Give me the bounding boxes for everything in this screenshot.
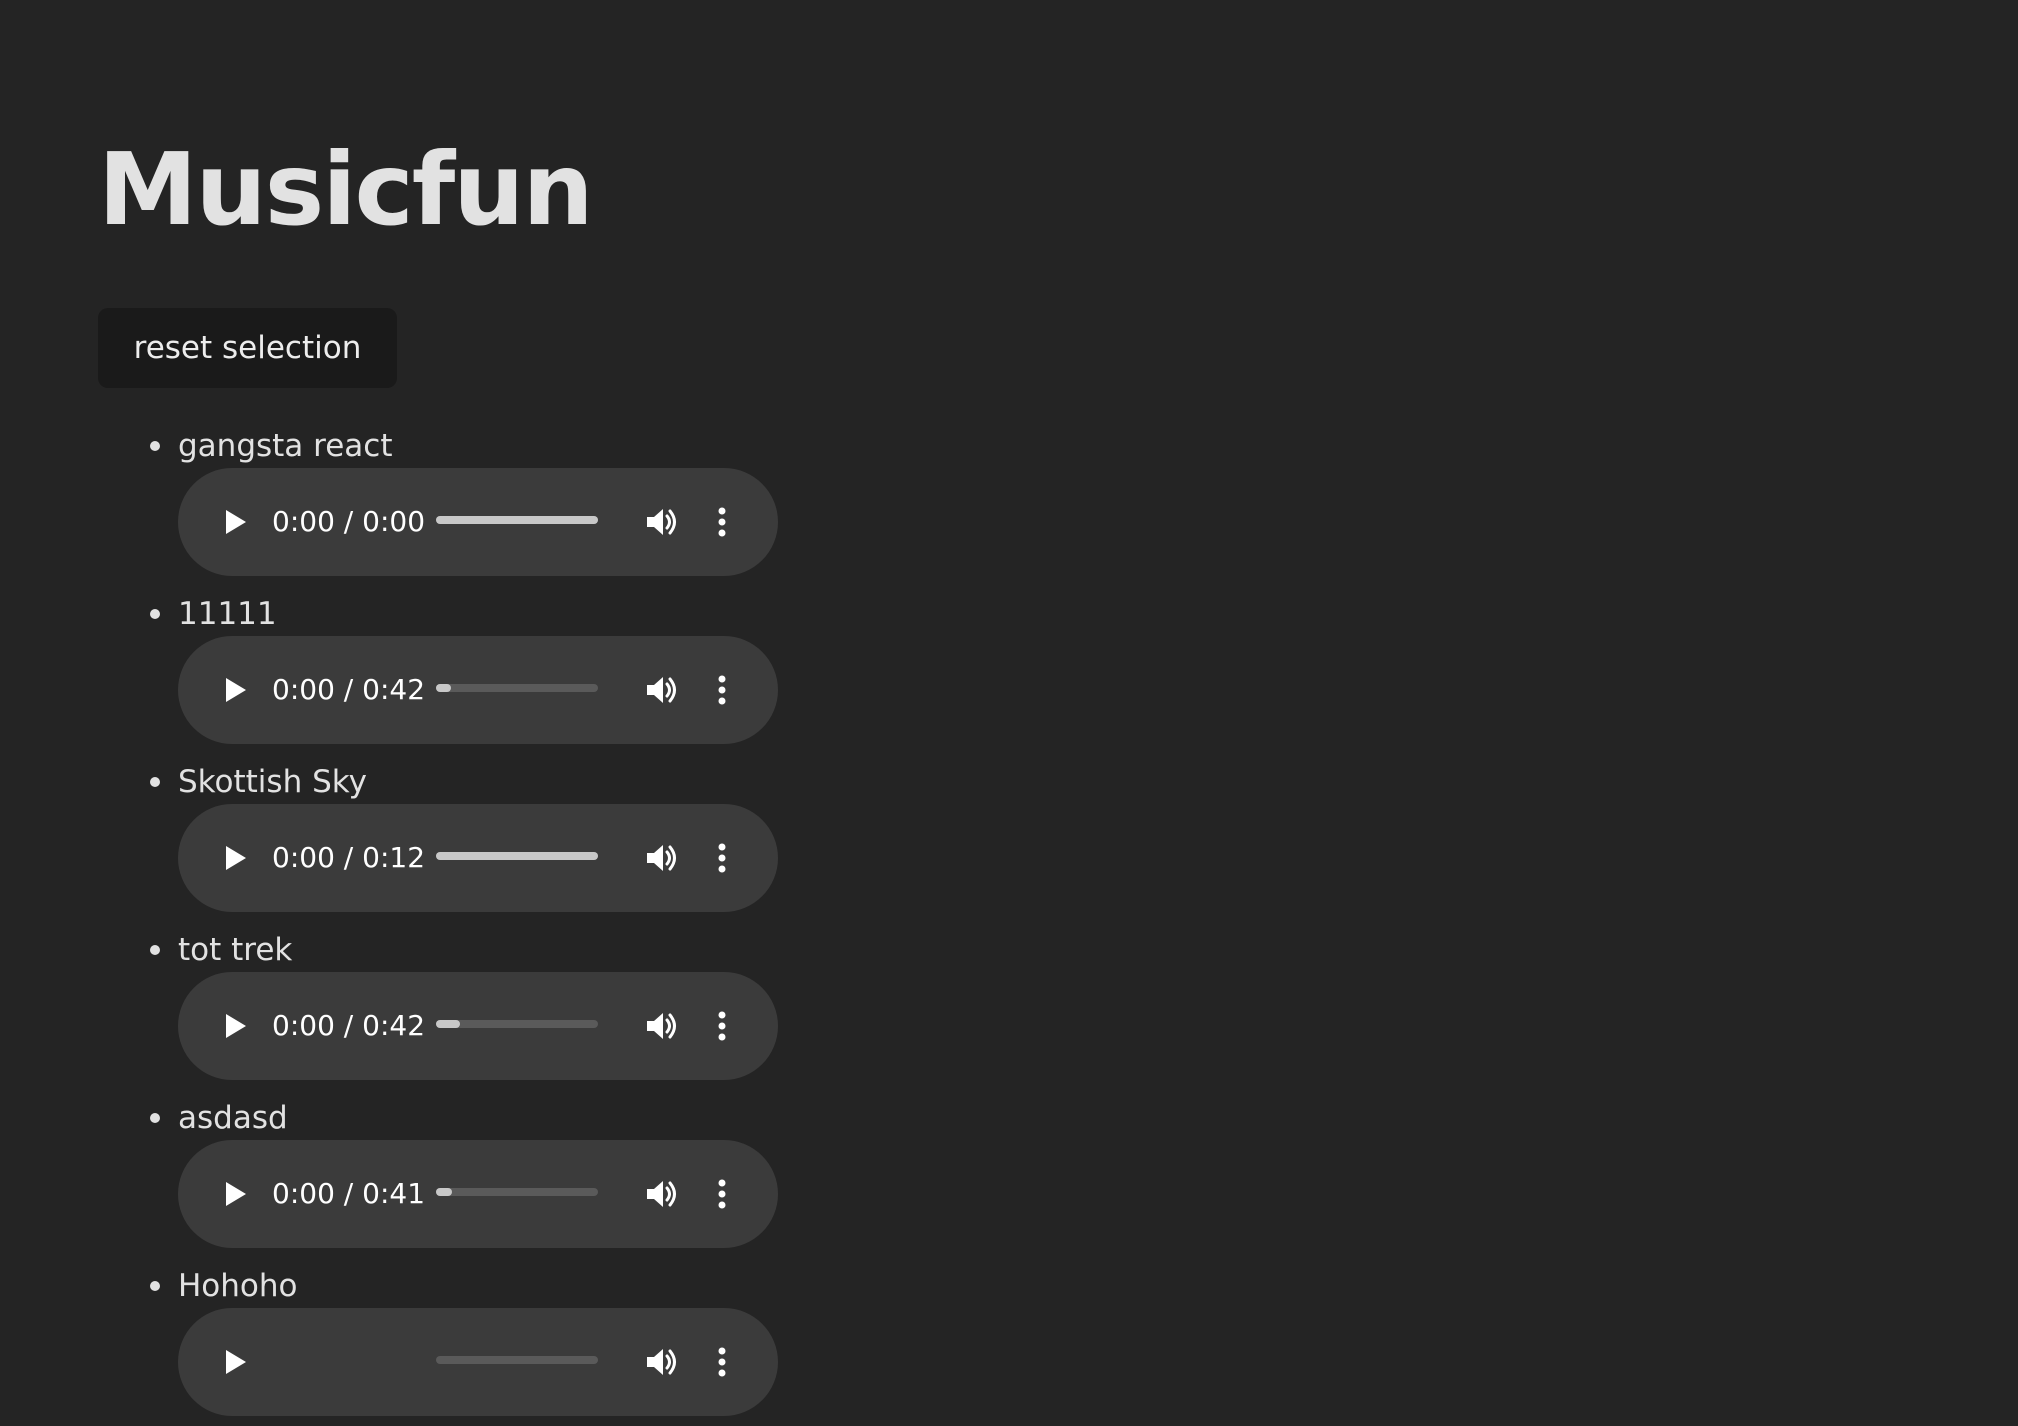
seek-progress (436, 852, 598, 860)
list-bullet (150, 1281, 160, 1291)
more-options-icon[interactable] (702, 1174, 742, 1214)
more-options-icon[interactable] (702, 1342, 742, 1382)
volume-icon[interactable] (642, 1174, 682, 1214)
list-bullet (150, 1113, 160, 1123)
seek-slider[interactable] (436, 1188, 598, 1196)
audio-player: 0:00 / 0:42 (178, 636, 778, 744)
track-title: gangsta react (178, 428, 393, 464)
audio-player: 0:00 / 0:41 (178, 1140, 778, 1248)
list-bullet (150, 777, 160, 787)
more-options-icon[interactable] (702, 502, 742, 542)
volume-icon[interactable] (642, 838, 682, 878)
time-separator: / (334, 673, 363, 706)
more-options-icon[interactable] (702, 1006, 742, 1046)
time-display: 0:00 / 0:12 (272, 836, 425, 880)
time-display: 0:00 / 0:00 (272, 500, 425, 544)
volume-icon[interactable] (642, 1006, 682, 1046)
volume-icon[interactable] (642, 1342, 682, 1382)
seek-slider[interactable] (436, 516, 598, 524)
seek-slider[interactable] (436, 852, 598, 860)
duration: 0:42 (362, 673, 426, 706)
current-time: 0:00 (272, 673, 335, 706)
seek-progress (436, 1020, 461, 1028)
audio-player (178, 1308, 778, 1416)
play-icon[interactable] (216, 1344, 252, 1380)
more-options-icon[interactable] (702, 838, 742, 878)
current-time: 0:00 (272, 1009, 335, 1042)
audio-player: 0:00 / 0:12 (178, 804, 778, 912)
track-title: asdasd (178, 1100, 288, 1136)
page-title: Musicfun (98, 131, 594, 248)
current-time: 0:00 (272, 505, 335, 538)
duration: 0:00 (362, 505, 426, 538)
time-separator: / (334, 505, 363, 538)
duration: 0:41 (362, 1177, 426, 1210)
list-bullet (150, 945, 160, 955)
time-display: 0:00 / 0:42 (272, 668, 425, 712)
track-title: tot trek (178, 932, 293, 968)
duration: 0:12 (362, 841, 426, 874)
time-display: 0:00 / 0:41 (272, 1172, 425, 1216)
time-separator: / (334, 1177, 363, 1210)
track-title: 11111 (178, 596, 277, 632)
time-display: 0:00 / 0:42 (272, 1004, 425, 1048)
seek-progress (436, 516, 598, 524)
seek-progress (436, 684, 451, 692)
current-time: 0:00 (272, 841, 335, 874)
volume-icon[interactable] (642, 670, 682, 710)
audio-player: 0:00 / 0:00 (178, 468, 778, 576)
list-bullet (150, 441, 160, 451)
time-separator: / (334, 1009, 363, 1042)
play-icon[interactable] (216, 504, 252, 540)
play-icon[interactable] (216, 840, 252, 876)
play-icon[interactable] (216, 1008, 252, 1044)
track-title: Skottish Sky (178, 764, 367, 800)
more-options-icon[interactable] (702, 670, 742, 710)
audio-player: 0:00 / 0:42 (178, 972, 778, 1080)
play-icon[interactable] (216, 672, 252, 708)
seek-progress (436, 1188, 453, 1196)
seek-slider[interactable] (436, 1356, 598, 1364)
seek-slider[interactable] (436, 1020, 598, 1028)
page: Musicfun reset selection gangsta react 0… (98, 0, 1898, 1416)
list-bullet (150, 609, 160, 619)
seek-slider[interactable] (436, 684, 598, 692)
time-separator: / (334, 841, 363, 874)
track-title: Hohoho (178, 1268, 298, 1304)
play-icon[interactable] (216, 1176, 252, 1212)
reset-selection-button[interactable]: reset selection (98, 308, 397, 388)
volume-icon[interactable] (642, 502, 682, 542)
duration: 0:42 (362, 1009, 426, 1042)
current-time: 0:00 (272, 1177, 335, 1210)
